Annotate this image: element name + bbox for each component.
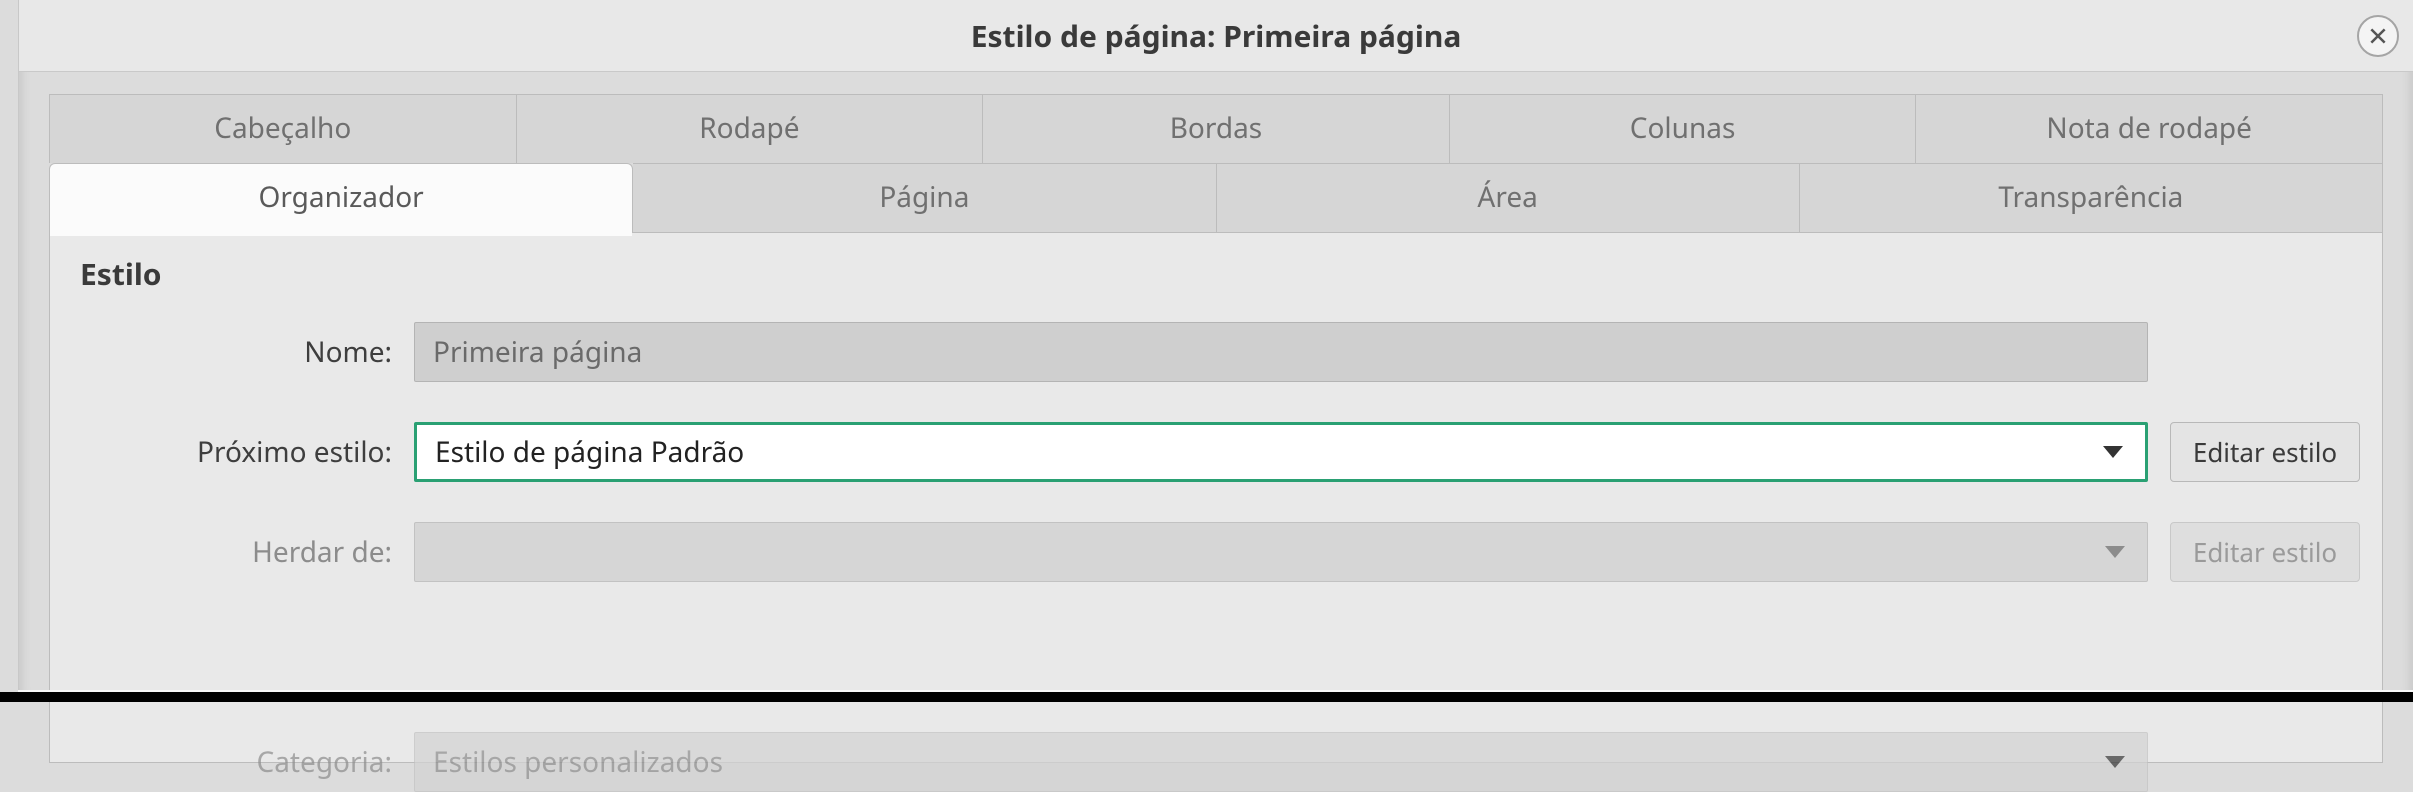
tab-footnote[interactable]: Nota de rodapé (1916, 94, 2383, 163)
label-name: Nome: (132, 333, 392, 371)
row-category: Categoria: Estilos personalizados (72, 732, 2360, 792)
bottom-edge (0, 692, 2413, 702)
combo-next-style[interactable]: Estilo de página Padrão (414, 422, 2148, 482)
edit-style-button-inherit: Editar estilo (2170, 522, 2360, 582)
dialog-title: Estilo de página: Primeira página (971, 15, 1462, 56)
tab-row-bottom: Organizador Página Área Transparência (49, 163, 2383, 233)
label-inherit: Herdar de: (132, 533, 392, 571)
tab-row-top: Cabeçalho Rodapé Bordas Colunas Nota de … (49, 94, 2383, 163)
chevron-down-icon (2105, 756, 2125, 768)
edit-style-button-next[interactable]: Editar estilo (2170, 422, 2360, 482)
tab-footer[interactable]: Rodapé (517, 94, 984, 163)
input-name[interactable]: Primeira página (414, 322, 2148, 382)
combo-inherit (414, 522, 2148, 582)
row-inherit: Herdar de: Editar estilo (72, 522, 2360, 582)
chevron-down-icon (2103, 446, 2123, 458)
input-name-value: Primeira página (433, 333, 642, 371)
tab-content-organizer: Estilo Nome: Primeira página Próximo est… (49, 233, 2383, 763)
combo-next-style-value: Estilo de página Padrão (435, 433, 744, 471)
tab-area[interactable]: Área (1217, 163, 1800, 233)
tab-header[interactable]: Cabeçalho (49, 94, 517, 163)
tab-transparency[interactable]: Transparência (1800, 163, 2383, 233)
row-next-style: Próximo estilo: Estilo de página Padrão … (72, 422, 2360, 482)
close-icon (2368, 26, 2388, 46)
tab-page[interactable]: Página (633, 163, 1216, 233)
tab-organizer[interactable]: Organizador (49, 163, 633, 233)
close-button[interactable] (2357, 15, 2399, 57)
tab-area: Cabeçalho Rodapé Bordas Colunas Nota de … (19, 72, 2413, 763)
section-title-style: Estilo (80, 253, 2360, 294)
label-next-style: Próximo estilo: (132, 433, 392, 471)
page-style-dialog: Estilo de página: Primeira página Cabeça… (18, 0, 2413, 702)
combo-category: Estilos personalizados (414, 732, 2148, 792)
titlebar: Estilo de página: Primeira página (19, 0, 2413, 72)
combo-category-value: Estilos personalizados (433, 743, 723, 781)
chevron-down-icon (2105, 546, 2125, 558)
label-category: Categoria: (132, 743, 392, 781)
row-name: Nome: Primeira página (72, 322, 2360, 382)
tab-borders[interactable]: Bordas (983, 94, 1450, 163)
tab-columns[interactable]: Colunas (1450, 94, 1917, 163)
